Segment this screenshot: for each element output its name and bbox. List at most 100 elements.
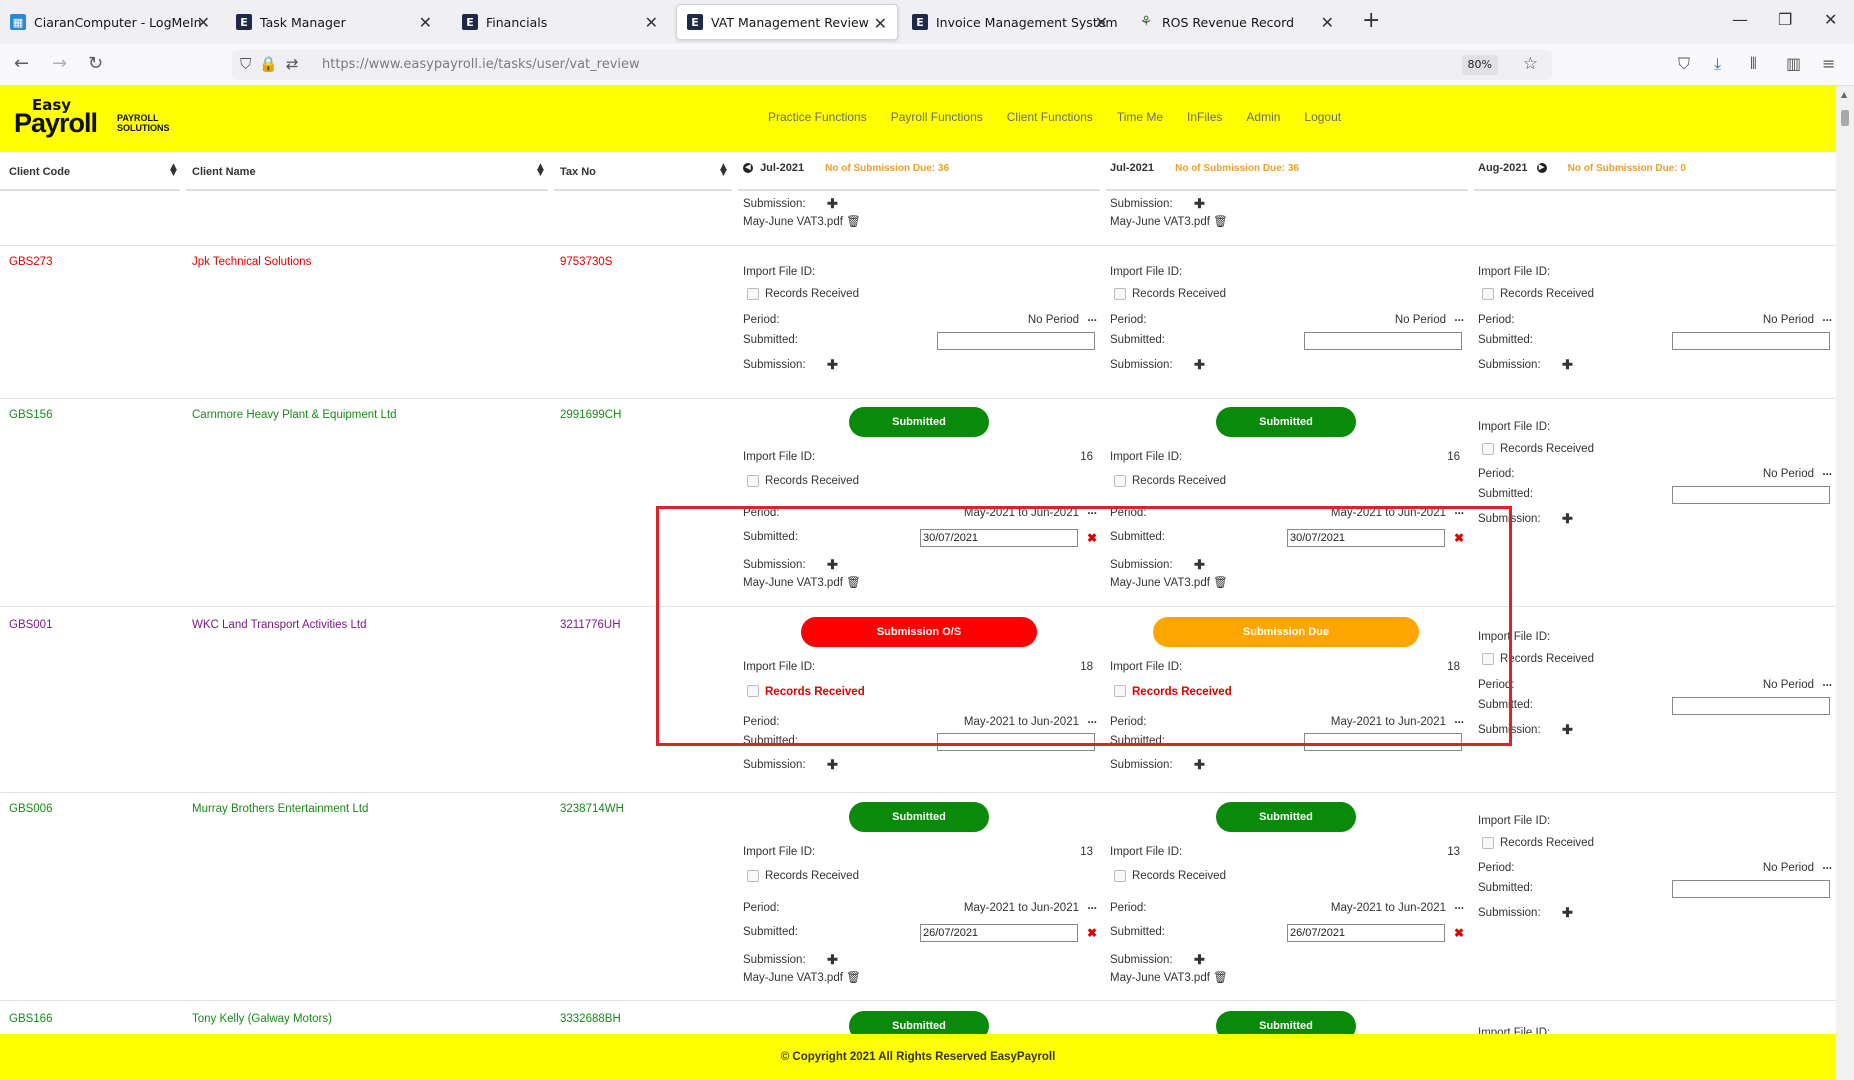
url-text[interactable]: https://www.easypayroll.ie/tasks/user/va… (322, 57, 640, 72)
records-checkbox[interactable] (1482, 653, 1494, 665)
records-checkbox[interactable] (1482, 443, 1494, 455)
menu-icon[interactable]: ≡ (1822, 54, 1835, 73)
nav-logout[interactable]: Logout (1304, 110, 1341, 124)
clear-date-icon[interactable]: ✖ (1087, 926, 1097, 940)
period-menu-icon[interactable]: ... (1822, 860, 1832, 872)
add-submission-icon[interactable]: ✚ (1562, 357, 1573, 373)
file-link[interactable]: May-June VAT3.pdf 🗑 (1110, 214, 1228, 228)
records-checkbox[interactable] (747, 685, 759, 697)
tab-task-manager[interactable]: E Task Manager ✕ (226, 4, 442, 40)
pocket-icon[interactable]: ⛉ (1678, 54, 1690, 74)
forward-icon[interactable]: → (52, 53, 67, 74)
easypayroll-logo[interactable]: Easy Payroll PAYROLL SOLUTIONS (14, 96, 174, 142)
period-menu-icon[interactable]: ... (1087, 505, 1097, 517)
minimize-icon[interactable]: — (1732, 10, 1748, 29)
client-name[interactable]: Tony Kelly (Galway Motors) (192, 1013, 332, 1025)
records-checkbox[interactable] (747, 870, 759, 882)
period-menu-icon[interactable]: ... (1087, 900, 1097, 912)
submitted-date-input[interactable] (937, 733, 1095, 751)
add-submission-icon[interactable]: ✚ (1562, 722, 1573, 738)
period-menu-icon[interactable]: ... (1822, 312, 1832, 324)
bookmark-star-icon[interactable]: ☆ (1523, 54, 1538, 74)
status-submitted-button[interactable]: Submitted (849, 407, 989, 437)
scroll-up-icon[interactable]: ▲ (1841, 90, 1847, 99)
url-bar[interactable]: ⛉🔒⇄ https://www.easypayroll.ie/tasks/use… (232, 50, 1552, 80)
sort-icon[interactable]: ▲ ▼ (537, 163, 544, 178)
clear-date-icon[interactable]: ✖ (1454, 531, 1464, 545)
sort-icon[interactable]: ▲ ▼ (720, 163, 727, 178)
add-submission-icon[interactable]: ✚ (827, 196, 838, 212)
back-icon[interactable]: ← (14, 53, 29, 74)
submitted-date-input[interactable]: 30/07/2021 (1287, 529, 1445, 547)
scroll-thumb[interactable] (1841, 110, 1849, 126)
records-checkbox[interactable] (747, 475, 759, 487)
period-menu-icon[interactable]: ... (1087, 714, 1097, 726)
status-submitted-button[interactable]: Submitted (1216, 802, 1356, 832)
submitted-date-input[interactable] (1672, 486, 1830, 504)
add-submission-icon[interactable]: ✚ (1194, 357, 1205, 373)
file-link[interactable]: May-June VAT3.pdf 🗑 (1110, 575, 1228, 589)
reload-icon[interactable]: ↻ (88, 53, 103, 74)
status-submitted-button[interactable]: Submitted (849, 802, 989, 832)
nav-admin[interactable]: Admin (1246, 110, 1280, 124)
add-submission-icon[interactable]: ✚ (1562, 511, 1573, 527)
nav-practice-functions[interactable]: Practice Functions (768, 110, 867, 124)
client-name[interactable]: Murray Brothers Entertainment Ltd (192, 803, 368, 815)
status-outstanding-button[interactable]: Submission O/S (801, 617, 1037, 647)
records-checkbox[interactable] (1114, 685, 1126, 697)
submitted-date-input[interactable] (1304, 332, 1462, 350)
period-menu-icon[interactable]: ... (1454, 312, 1464, 324)
records-checkbox[interactable] (1482, 837, 1494, 849)
col-client-code[interactable]: Client Code (9, 166, 70, 178)
add-submission-icon[interactable]: ✚ (1562, 905, 1573, 921)
period-menu-icon[interactable]: ... (1087, 312, 1097, 324)
client-name[interactable]: Jpk Technical Solutions (192, 256, 311, 268)
client-name[interactable]: Carnmore Heavy Plant & Equipment Ltd (192, 409, 397, 421)
col-tax-no[interactable]: Tax No (560, 166, 596, 178)
clear-date-icon[interactable]: ✖ (1087, 531, 1097, 545)
sort-icon[interactable]: ▲ ▼ (170, 163, 177, 178)
file-link[interactable]: May-June VAT3.pdf 🗑 (743, 575, 861, 589)
client-code[interactable]: GBS273 (9, 256, 52, 268)
period-menu-icon[interactable]: ... (1454, 505, 1464, 517)
records-checkbox[interactable] (1114, 870, 1126, 882)
status-submitted-button[interactable]: Submitted (1216, 407, 1356, 437)
submitted-date-input[interactable]: 26/07/2021 (1287, 924, 1445, 942)
records-checkbox[interactable] (1482, 288, 1494, 300)
period-menu-icon[interactable]: ... (1454, 900, 1464, 912)
file-link[interactable]: May-June VAT3.pdf 🗑 (743, 970, 861, 984)
close-icon[interactable]: ✕ (645, 13, 658, 32)
period-menu-icon[interactable]: ... (1822, 466, 1832, 478)
submitted-date-input[interactable] (1304, 733, 1462, 751)
close-icon[interactable]: ✕ (874, 14, 887, 33)
client-code[interactable]: GBS001 (9, 619, 52, 631)
close-icon[interactable]: ✕ (1095, 13, 1108, 32)
download-icon[interactable]: ⤓ (1714, 54, 1721, 74)
records-checkbox[interactable] (1114, 288, 1126, 300)
close-icon[interactable]: ✕ (419, 13, 432, 32)
client-name[interactable]: WKC Land Transport Activities Ltd (192, 619, 367, 631)
file-link[interactable]: May-June VAT3.pdf 🗑 (743, 214, 861, 228)
add-submission-icon[interactable]: ✚ (827, 952, 838, 968)
records-checkbox[interactable] (1114, 475, 1126, 487)
library-icon[interactable]: ⫴ (1750, 54, 1757, 74)
submitted-date-input[interactable] (1672, 697, 1830, 715)
shield-icon[interactable]: ⛉🔒⇄ (240, 55, 307, 73)
tab-logmein[interactable]: ▦ CiaranComputer - LogMeIn ✕ (0, 4, 220, 40)
col-client-name[interactable]: Client Name (192, 166, 256, 178)
submitted-date-input[interactable]: 30/07/2021 (920, 529, 1078, 547)
clear-date-icon[interactable]: ✖ (1454, 926, 1464, 940)
submitted-date-input[interactable] (1672, 880, 1830, 898)
nav-client-functions[interactable]: Client Functions (1007, 110, 1093, 124)
client-code[interactable]: GBS156 (9, 409, 52, 421)
status-submitted-button[interactable]: Submitted (849, 1011, 989, 1034)
tab-vat-management-review[interactable]: E VAT Management Review ✕ (676, 4, 898, 40)
add-submission-icon[interactable]: ✚ (1194, 196, 1205, 212)
client-code[interactable]: GBS166 (9, 1013, 52, 1025)
submitted-date-input[interactable]: 26/07/2021 (920, 924, 1078, 942)
add-submission-icon[interactable]: ✚ (1194, 557, 1205, 573)
window-close-icon[interactable]: ✕ (1824, 10, 1837, 29)
next-month-icon[interactable]: ▶ (1536, 163, 1547, 174)
prev-month-icon[interactable]: ◀ (743, 163, 753, 174)
tab-ros-revenue-record[interactable]: ⚘ ROS Revenue Record ✕ (1128, 4, 1344, 40)
